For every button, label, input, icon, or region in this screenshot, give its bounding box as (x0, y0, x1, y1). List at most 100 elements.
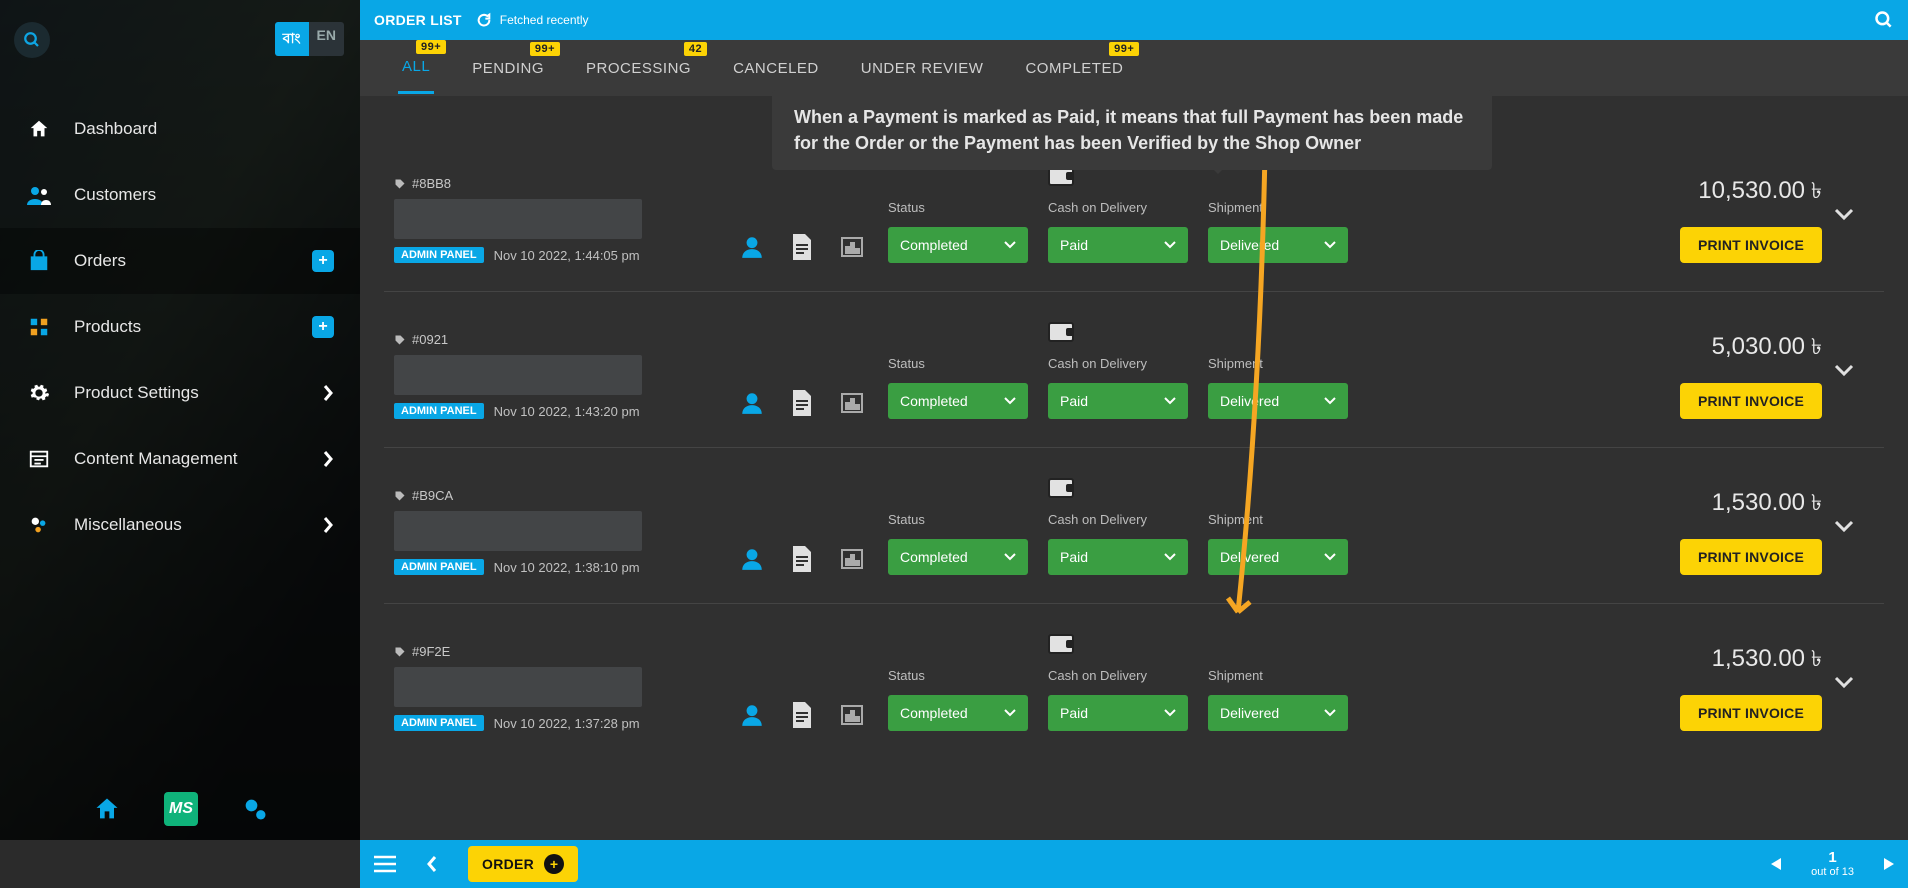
nav-orders[interactable]: Orders + (0, 228, 360, 294)
order-actions: 1,530.00৳ PRINT INVOICE (1642, 642, 1822, 731)
document-icon[interactable] (786, 231, 818, 263)
order-row: #B9CAADMIN PANELNov 10 2022, 1:38:10 pmS… (384, 448, 1884, 604)
tab-canceled[interactable]: CANCELED (729, 44, 823, 93)
expand-button[interactable] (1834, 208, 1874, 222)
customer-box[interactable] (394, 355, 642, 395)
customer-box[interactable] (394, 667, 642, 707)
print-invoice-button[interactable]: PRINT INVOICE (1680, 383, 1822, 419)
document-icon[interactable] (786, 387, 818, 419)
nav-products[interactable]: Products + (0, 294, 360, 360)
next-page-button[interactable] (1884, 858, 1894, 870)
tab-processing[interactable]: PROCESSING 42 (582, 44, 695, 93)
sidebar: বাং EN Dashboard Customers Orders + Prod… (0, 0, 360, 840)
shipment-select[interactable]: Delivered (1208, 227, 1348, 263)
pagination: 1 out of 13 (1771, 850, 1894, 879)
user-icon[interactable] (736, 387, 768, 419)
tab-label: PROCESSING (586, 60, 691, 77)
status-select[interactable]: Completed (888, 227, 1028, 263)
shipment-label: Shipment (1208, 668, 1356, 683)
nav-content-management[interactable]: Content Management (0, 426, 360, 492)
user-icon[interactable] (736, 543, 768, 575)
chevron-down-icon (1004, 241, 1016, 249)
tab-completed[interactable]: COMPLETED 99+ (1021, 44, 1127, 93)
chart-icon[interactable] (836, 543, 868, 575)
new-order-button[interactable]: ORDER + (468, 846, 578, 882)
document-icon[interactable] (786, 543, 818, 575)
order-list: #8BB8ADMIN PANELNov 10 2022, 1:44:05 pmS… (360, 96, 1908, 840)
settings-shortcut[interactable] (238, 792, 272, 826)
add-order-icon[interactable]: + (312, 250, 334, 272)
menu-button[interactable] (374, 855, 396, 873)
nav-product-settings[interactable]: Product Settings (0, 360, 360, 426)
order-meta: ADMIN PANELNov 10 2022, 1:43:20 pm (394, 403, 684, 419)
nav-dashboard[interactable]: Dashboard (0, 96, 360, 162)
tab-pending[interactable]: PENDING 99+ (468, 44, 548, 93)
chart-icon[interactable] (836, 699, 868, 731)
chevron-down-icon (1164, 553, 1176, 561)
add-product-icon[interactable]: + (312, 316, 334, 338)
tab-label: UNDER REVIEW (861, 60, 984, 77)
sidebar-search-button[interactable] (14, 22, 50, 58)
chevron-down-icon (1324, 553, 1336, 561)
print-invoice-button[interactable]: PRINT INVOICE (1680, 695, 1822, 731)
order-row: #9F2EADMIN PANELNov 10 2022, 1:37:28 pmS… (384, 604, 1884, 759)
payment-label: Cash on Delivery (1048, 200, 1196, 215)
print-invoice-button[interactable]: PRINT INVOICE (1680, 539, 1822, 575)
expand-button[interactable] (1834, 676, 1874, 690)
status-select[interactable]: Completed (888, 383, 1028, 419)
tab-under-review[interactable]: UNDER REVIEW (857, 44, 988, 93)
customer-box[interactable] (394, 511, 642, 551)
chart-icon[interactable] (836, 387, 868, 419)
customer-box[interactable] (394, 199, 642, 239)
nav-label: Customers (74, 185, 156, 205)
lang-bn[interactable]: বাং (275, 22, 309, 56)
tab-label: PENDING (472, 60, 544, 77)
wallet-icon (1048, 634, 1074, 654)
refresh-button[interactable]: Fetched recently (476, 12, 589, 28)
payment-select[interactable]: Paid (1048, 383, 1188, 419)
payment-select[interactable]: Paid (1048, 539, 1188, 575)
back-button[interactable] (426, 855, 438, 873)
nav-customers[interactable]: Customers (0, 162, 360, 228)
user-icon[interactable] (736, 231, 768, 263)
payment-select[interactable]: Paid (1048, 695, 1188, 731)
prev-page-button[interactable] (1771, 858, 1781, 870)
ms-shortcut[interactable]: MS (164, 792, 198, 826)
shipment-select[interactable]: Delivered (1208, 383, 1348, 419)
tab-all[interactable]: ALL 99+ (398, 42, 434, 94)
print-invoice-button[interactable]: PRINT INVOICE (1680, 227, 1822, 263)
source-badge: ADMIN PANEL (394, 715, 484, 731)
nav: Dashboard Customers Orders + Products + … (0, 96, 360, 558)
currency-symbol: ৳ (1811, 486, 1822, 523)
plus-circle-icon: + (544, 854, 564, 874)
chart-icon[interactable] (836, 231, 868, 263)
home-shortcut[interactable] (90, 792, 124, 826)
payment-select[interactable]: Paid (1048, 227, 1188, 263)
language-toggle[interactable]: বাং EN (275, 22, 344, 56)
chevron-down-icon (1324, 709, 1336, 717)
document-icon[interactable] (786, 699, 818, 731)
tag-icon (394, 490, 406, 502)
products-icon (26, 314, 52, 340)
expand-button[interactable] (1834, 520, 1874, 534)
nav-miscellaneous[interactable]: Miscellaneous (0, 492, 360, 558)
expand-button[interactable] (1834, 364, 1874, 378)
status-select[interactable]: Completed (888, 539, 1028, 575)
order-date: Nov 10 2022, 1:43:20 pm (494, 404, 640, 419)
currency-symbol: ৳ (1811, 642, 1822, 679)
refresh-label: Fetched recently (500, 13, 589, 27)
user-icon[interactable] (736, 699, 768, 731)
shipment-select[interactable]: Delivered (1208, 695, 1348, 731)
lang-en[interactable]: EN (309, 22, 344, 56)
chevron-right-icon (322, 384, 334, 402)
shipment-label: Shipment (1208, 200, 1356, 215)
nav-label: Dashboard (74, 119, 157, 139)
order-price: 1,530.00৳ (1712, 642, 1822, 679)
status-label: Status (888, 512, 1036, 527)
shipment-select[interactable]: Delivered (1208, 539, 1348, 575)
status-select[interactable]: Completed (888, 695, 1028, 731)
topbar-search-button[interactable] (1874, 10, 1894, 30)
chevron-down-icon (1834, 364, 1854, 378)
order-summary: #0921ADMIN PANELNov 10 2022, 1:43:20 pm (394, 332, 684, 419)
order-button-label: ORDER (482, 856, 534, 872)
